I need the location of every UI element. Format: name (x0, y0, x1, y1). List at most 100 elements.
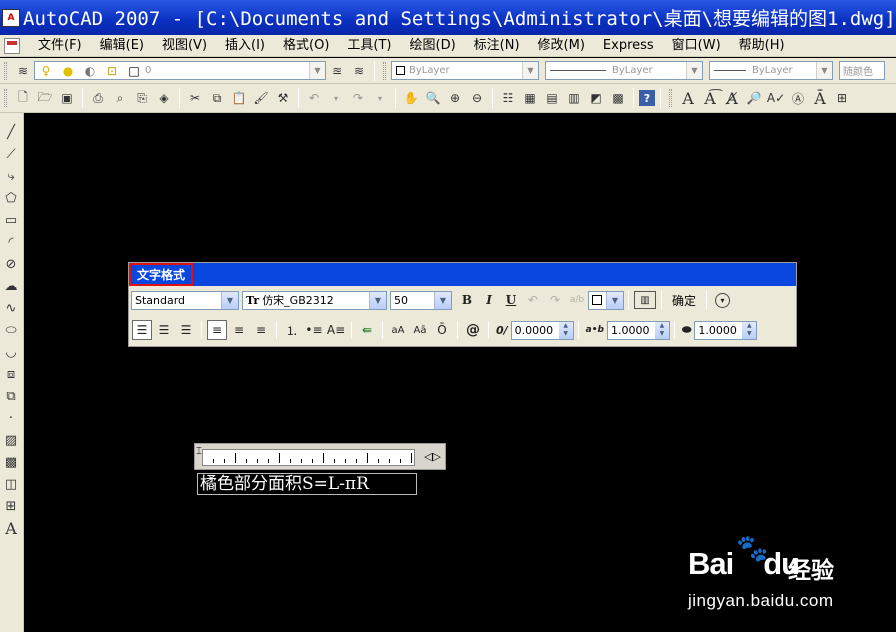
chevron-down-icon[interactable]: ▾ (370, 88, 390, 108)
region-icon[interactable]: ◫ (2, 475, 20, 493)
right-align-icon[interactable]: ☰ (176, 320, 196, 340)
markup-icon[interactable]: ◩ (586, 88, 606, 108)
redo-icon[interactable]: ↷ (545, 290, 565, 310)
make-layer-current-icon[interactable]: ≊ (327, 61, 347, 81)
revision-cloud-icon[interactable]: ☁ (2, 277, 20, 295)
autocad-app-icon[interactable]: A (2, 8, 20, 27)
tool-palettes-icon[interactable]: ▤ (542, 88, 562, 108)
match-properties-icon[interactable]: 🖌 (251, 88, 271, 108)
save-icon[interactable]: ▣ (57, 88, 77, 108)
menu-help[interactable]: 帮助(H) (730, 35, 794, 57)
middle-align-icon[interactable]: ≡ (229, 320, 249, 340)
multiline-text-icon[interactable]: A (678, 88, 698, 108)
zoom-previous-icon[interactable]: ⊖ (467, 88, 487, 108)
left-align-icon[interactable]: ☰ (132, 320, 152, 340)
zoom-realtime-icon[interactable]: 🔍 (423, 88, 443, 108)
tracking-input[interactable]: 1.0000 ▲ ▼ (606, 320, 670, 340)
numbering-icon[interactable]: ⒈ (282, 320, 302, 340)
layer-manager-icon[interactable]: ≋ (13, 61, 33, 81)
new-file-icon[interactable]: 🗋 (13, 88, 33, 108)
menu-tools[interactable]: 工具(T) (338, 35, 400, 57)
uppercase-letters-icon[interactable]: A≡ (326, 320, 346, 340)
redo-icon[interactable]: ↷ (348, 88, 368, 108)
font-dropdown[interactable]: Tr 仿宋_GB2312 ▼ (242, 290, 387, 310)
lowercase-icon[interactable]: Aā (410, 320, 430, 340)
hatch-icon[interactable]: ▨ (2, 431, 20, 449)
properties-icon[interactable]: ☷ (498, 88, 518, 108)
text-style-dropdown[interactable]: Standard ▼ (131, 290, 239, 310)
zoom-window-icon[interactable]: ⊕ (445, 88, 465, 108)
find-replace-icon[interactable]: 🔎 (744, 88, 764, 108)
publish-icon[interactable]: ⎘ (132, 88, 152, 108)
help-icon[interactable]: ? (639, 90, 655, 106)
bottom-align-icon[interactable]: ≡ (251, 320, 271, 340)
layer-previous-icon[interactable]: ≋ (349, 61, 369, 81)
toolbar-grip[interactable] (383, 61, 386, 80)
menu-express[interactable]: Express (594, 35, 663, 57)
spinner-icon[interactable]: ▲ ▼ (654, 321, 669, 339)
sheet-set-icon[interactable]: ▥ (564, 88, 584, 108)
ellipse-icon[interactable]: ⬭ (2, 321, 20, 339)
stack-icon[interactable]: a/b (567, 290, 587, 310)
uppercase-icon[interactable]: aA (388, 320, 408, 340)
layer-dropdown[interactable]: ♀ ● ◐ ⊡ □ 0 ▼ (34, 61, 326, 80)
spline-icon[interactable]: ∿ (2, 299, 20, 317)
insert-block-icon[interactable]: ⧈ (2, 365, 20, 383)
polygon-icon[interactable]: ⬠ (2, 189, 20, 207)
menu-modify[interactable]: 修改(M) (529, 35, 594, 57)
text-height-dropdown[interactable]: 50 ▼ (390, 290, 452, 310)
text-color-dropdown[interactable]: ▼ (588, 290, 624, 310)
chevron-down-icon[interactable]: ▼ (522, 62, 538, 79)
document-icon[interactable] (4, 37, 20, 54)
chevron-down-icon[interactable]: ▼ (434, 291, 451, 309)
multiline-text-icon[interactable]: A (2, 519, 20, 538)
ok-button[interactable]: 确定 (666, 292, 702, 309)
bold-button[interactable]: B (457, 290, 477, 310)
symbol-button[interactable]: @ (463, 320, 483, 340)
undo-icon[interactable]: ↶ (304, 88, 324, 108)
menu-draw[interactable]: 绘图(D) (401, 35, 465, 57)
italic-button[interactable]: I (479, 290, 499, 310)
edit-text-icon[interactable]: A̸ (722, 88, 742, 108)
toolbar-grip[interactable] (669, 89, 672, 107)
chevron-down-icon[interactable]: ▼ (309, 62, 325, 79)
linetype-dropdown[interactable]: ByLayer ▼ (545, 61, 703, 80)
rectangle-icon[interactable]: ▭ (2, 211, 20, 229)
menu-dimension[interactable]: 标注(N) (465, 35, 529, 57)
make-block-icon[interactable]: ⧉ (2, 387, 20, 405)
overline-icon[interactable]: Ō (432, 320, 452, 340)
spelling-icon[interactable]: A✓ (766, 88, 786, 108)
chevron-down-icon[interactable]: ▼ (606, 291, 623, 309)
text-formatting-titlebar[interactable]: 文字格式 (129, 263, 796, 286)
point-icon[interactable]: · (2, 409, 20, 427)
copy-icon[interactable]: ⧉ (207, 88, 227, 108)
block-editor-icon[interactable]: ⚒ (273, 88, 293, 108)
table-icon[interactable]: ⊞ (2, 497, 20, 515)
mtext-ruler[interactable]: ⌶ ◁▷ (194, 443, 446, 470)
gradient-icon[interactable]: ▩ (2, 453, 20, 471)
single-line-text-icon[interactable]: A͡ (700, 88, 720, 108)
color-dropdown[interactable]: ByLayer ▼ (391, 61, 539, 80)
menu-edit[interactable]: 编辑(E) (91, 35, 153, 57)
text-style-icon[interactable]: Ⓐ (788, 88, 808, 108)
cut-icon[interactable]: ✂ (185, 88, 205, 108)
plotstyle-dropdown[interactable]: 随颜色 (839, 61, 885, 80)
justify-text-icon[interactable]: ⊞ (832, 88, 852, 108)
arc-icon[interactable]: ◜ (2, 233, 20, 251)
insert-field-icon[interactable]: ⇚ (357, 320, 377, 340)
lineweight-dropdown[interactable]: ByLayer ▼ (709, 61, 833, 80)
circle-icon[interactable]: ⊘ (2, 255, 20, 273)
oblique-angle-input[interactable]: 0.0000 ▲ ▼ (510, 320, 574, 340)
construction-line-icon[interactable]: ⟋ (2, 145, 20, 163)
mtext-editor[interactable]: 橘色部分面积S=L-πR (197, 473, 417, 495)
line-icon[interactable]: ╱ (2, 123, 20, 141)
width-factor-input[interactable]: 1.0000 ▲ ▼ (694, 320, 758, 340)
paste-icon[interactable]: 📋 (229, 88, 249, 108)
menu-view[interactable]: 视图(V) (153, 35, 216, 57)
pan-icon[interactable]: ✋ (401, 88, 421, 108)
menu-file[interactable]: 文件(F) (29, 35, 91, 57)
chevron-down-icon[interactable]: ▼ (221, 291, 238, 309)
undo-icon[interactable]: ↶ (523, 290, 543, 310)
chevron-down-icon[interactable]: ▼ (686, 62, 702, 79)
toolbar-grip[interactable] (4, 89, 7, 107)
